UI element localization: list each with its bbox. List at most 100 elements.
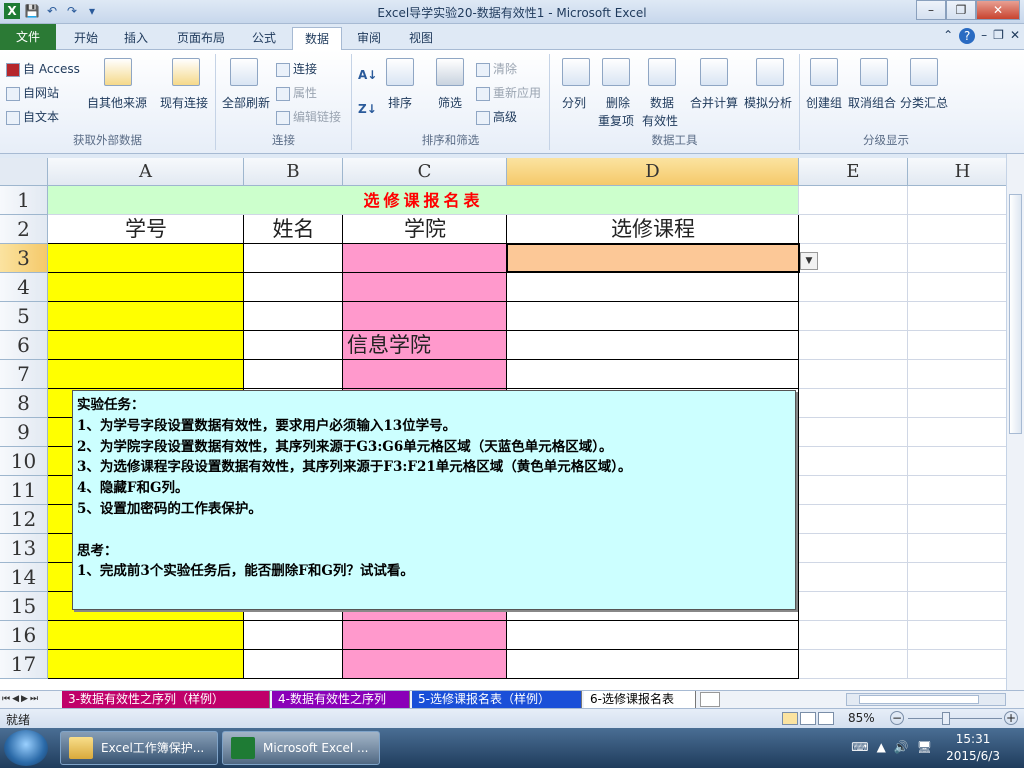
row-header-15[interactable]: 15 bbox=[0, 592, 48, 621]
cell-c16[interactable] bbox=[343, 621, 507, 650]
workbook-restore-button[interactable]: ❐ bbox=[993, 28, 1004, 44]
tab-data[interactable]: 数据 bbox=[292, 27, 342, 51]
sheet-tab-3[interactable]: 3-数据有效性之序列（样例） bbox=[62, 691, 270, 708]
cell-h9[interactable] bbox=[908, 418, 1006, 447]
keyboard-icon[interactable]: ⌨ bbox=[851, 740, 868, 754]
tab-home[interactable]: 开始 bbox=[62, 27, 110, 50]
row-header-7[interactable]: 7 bbox=[0, 360, 48, 389]
properties-button[interactable]: 属性 bbox=[276, 84, 317, 101]
tab-file[interactable]: 文件 bbox=[0, 24, 56, 50]
cell-b6[interactable] bbox=[244, 331, 343, 360]
cell-e2[interactable] bbox=[799, 215, 908, 244]
sort-descending-button[interactable]: Z↓ bbox=[358, 102, 377, 116]
cell-h16[interactable] bbox=[908, 621, 1006, 650]
subtotal-button[interactable]: 分类汇总 bbox=[900, 94, 948, 111]
tab-formulas[interactable]: 公式 bbox=[240, 27, 288, 50]
first-sheet-icon[interactable]: ⏮ bbox=[2, 691, 10, 708]
help-icon[interactable]: ? bbox=[959, 28, 976, 44]
edit-links-button[interactable]: 编辑链接 bbox=[276, 108, 341, 125]
cell-b5[interactable] bbox=[244, 302, 343, 331]
close-button[interactable]: ✕ bbox=[976, 0, 1020, 20]
cell-d16[interactable] bbox=[507, 621, 799, 650]
row-header-16[interactable]: 16 bbox=[0, 621, 48, 650]
zoom-level[interactable]: 85% bbox=[848, 711, 875, 725]
create-group-button[interactable]: 创建组 bbox=[806, 94, 842, 111]
cell-h13[interactable] bbox=[908, 534, 1006, 563]
taskbar-item-excel[interactable]: Microsoft Excel ... bbox=[222, 731, 380, 765]
row-header-5[interactable]: 5 bbox=[0, 302, 48, 331]
consolidate-button[interactable]: 合并计算 bbox=[690, 94, 738, 111]
cell-d4[interactable] bbox=[507, 273, 799, 302]
sort-ascending-button[interactable]: A↓ bbox=[358, 68, 377, 82]
sheet-tab-6-active[interactable]: 6-选修课报名表 bbox=[584, 691, 696, 708]
start-button[interactable] bbox=[4, 730, 48, 766]
reapply-button[interactable]: 重新应用 bbox=[476, 84, 541, 101]
zoom-slider-track[interactable] bbox=[908, 718, 1002, 719]
workbook-close-button[interactable]: ✕ bbox=[1010, 28, 1020, 44]
row-header-9[interactable]: 9 bbox=[0, 418, 48, 447]
row-header-8[interactable]: 8 bbox=[0, 389, 48, 418]
text-to-columns-button[interactable]: 分列 bbox=[562, 94, 586, 111]
remove-duplicates-button-line2[interactable]: 重复项 bbox=[598, 112, 634, 129]
vertical-scroll-thumb[interactable] bbox=[1009, 194, 1022, 434]
cell-a4[interactable] bbox=[48, 273, 244, 302]
cell-h3[interactable] bbox=[908, 244, 1006, 273]
cell-h10[interactable] bbox=[908, 447, 1006, 476]
cell-e15[interactable] bbox=[799, 592, 908, 621]
cell-c17[interactable] bbox=[343, 650, 507, 679]
column-header-a[interactable]: A bbox=[48, 158, 244, 186]
clock[interactable]: 15:31 2015/6/3 bbox=[946, 731, 1000, 765]
from-web-button[interactable]: 自网站 bbox=[6, 84, 59, 101]
cell-h1[interactable] bbox=[908, 186, 1006, 215]
column-header-b[interactable]: B bbox=[244, 158, 343, 186]
zoom-slider-handle[interactable] bbox=[942, 712, 950, 725]
cell-h11[interactable] bbox=[908, 476, 1006, 505]
from-text-button[interactable]: 自文本 bbox=[6, 108, 59, 125]
cell-a3[interactable] bbox=[48, 244, 244, 273]
row-header-6[interactable]: 6 bbox=[0, 331, 48, 360]
cell-h6[interactable] bbox=[908, 331, 1006, 360]
cell-e11[interactable] bbox=[799, 476, 908, 505]
cell-a16[interactable] bbox=[48, 621, 244, 650]
cell-e4[interactable] bbox=[799, 273, 908, 302]
from-access-button[interactable]: 自 Access bbox=[6, 60, 80, 77]
cell-e10[interactable] bbox=[799, 447, 908, 476]
page-layout-view-icon[interactable] bbox=[800, 712, 816, 725]
cell-e1[interactable] bbox=[799, 186, 908, 215]
network-icon[interactable]: 🖥 bbox=[917, 740, 932, 754]
restore-button[interactable]: ❐ bbox=[946, 0, 976, 20]
horizontal-scrollbar[interactable] bbox=[846, 693, 1006, 706]
remove-duplicates-button[interactable]: 删除 bbox=[606, 94, 630, 111]
sheet-tab-5[interactable]: 5-选修课报名表（样例） bbox=[412, 691, 582, 708]
tab-review[interactable]: 审阅 bbox=[346, 27, 392, 50]
cell-b7[interactable] bbox=[244, 360, 343, 389]
select-all-corner[interactable] bbox=[0, 158, 48, 186]
vertical-scrollbar[interactable] bbox=[1006, 154, 1024, 690]
cell-h14[interactable] bbox=[908, 563, 1006, 592]
cell-e12[interactable] bbox=[799, 505, 908, 534]
tab-page-layout[interactable]: 页面布局 bbox=[168, 27, 234, 50]
cell-c7[interactable] bbox=[343, 360, 507, 389]
cell-e14[interactable] bbox=[799, 563, 908, 592]
tab-view[interactable]: 视图 bbox=[398, 27, 444, 50]
what-if-analysis-button[interactable]: 模拟分析 bbox=[744, 94, 792, 111]
last-sheet-icon[interactable]: ⏭ bbox=[30, 691, 38, 708]
row-header-2[interactable]: 2 bbox=[0, 215, 48, 244]
row-header-14[interactable]: 14 bbox=[0, 563, 48, 592]
data-validation-button-line2[interactable]: 有效性 bbox=[642, 112, 678, 129]
horizontal-scroll-thumb[interactable] bbox=[859, 695, 979, 704]
row-header-4[interactable]: 4 bbox=[0, 273, 48, 302]
worksheet-grid[interactable]: A B C D E H 1 2 3 4 5 6 7 8 9 10 11 12 13 14 15 16 17 选修… bbox=[0, 158, 1006, 690]
cell-c3[interactable] bbox=[343, 244, 507, 273]
zoom-in-button[interactable]: + bbox=[1004, 711, 1018, 725]
row-header-11[interactable]: 11 bbox=[0, 476, 48, 505]
data-validation-button[interactable]: 数据 bbox=[650, 94, 674, 111]
cell-a6[interactable] bbox=[48, 331, 244, 360]
cell-h8[interactable] bbox=[908, 389, 1006, 418]
column-header-c[interactable]: C bbox=[343, 158, 507, 186]
cell-b17[interactable] bbox=[244, 650, 343, 679]
cell-e9[interactable] bbox=[799, 418, 908, 447]
volume-icon[interactable]: 🔊 bbox=[894, 740, 909, 754]
cell-a17[interactable] bbox=[48, 650, 244, 679]
cell-e7[interactable] bbox=[799, 360, 908, 389]
